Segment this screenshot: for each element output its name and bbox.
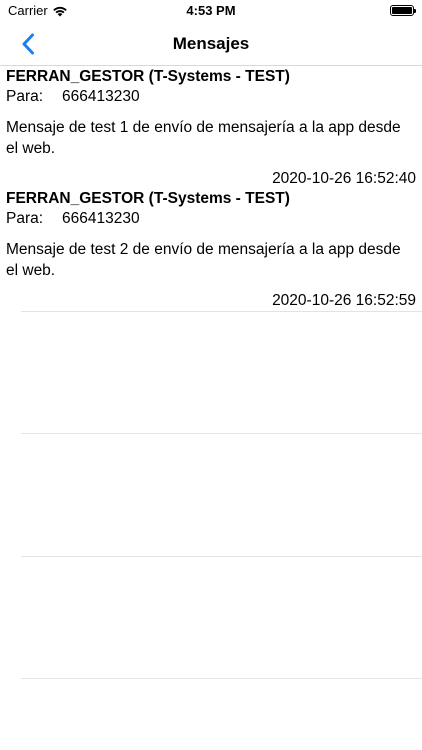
message-sender: FERRAN_GESTOR (T-Systems - TEST)	[6, 190, 290, 207]
row-separator	[21, 556, 422, 557]
row-separator	[21, 678, 422, 679]
battery-icon	[390, 5, 416, 16]
row-separator	[21, 311, 422, 312]
status-time: 4:53 PM	[186, 3, 236, 18]
page-title: Mensajes	[172, 34, 250, 53]
recipient-number: 666413230	[62, 210, 140, 227]
navigation-bar: Mensajes	[0, 22, 422, 66]
message-item[interactable]: FERRAN_GESTOR (T-Systems - TEST) Para: 6…	[0, 190, 422, 312]
message-date: 2020-10-26 16:52:59	[272, 292, 416, 309]
recipient-number: 666413230	[62, 88, 140, 105]
message-body: Mensaje de test 2 de envío de mensajería…	[6, 241, 401, 279]
message-recipient: Para: 666413230	[6, 210, 140, 228]
message-body: Mensaje de test 1 de envío de mensajería…	[6, 119, 401, 157]
message-recipient: Para: 666413230	[6, 88, 140, 106]
recipient-label: Para:	[6, 88, 44, 105]
message-date: 2020-10-26 16:52:40	[272, 170, 416, 187]
row-separator	[21, 433, 422, 434]
message-sender: FERRAN_GESTOR (T-Systems - TEST)	[6, 68, 290, 85]
status-bar: Carrier 4:53 PM	[0, 0, 422, 22]
message-item[interactable]: FERRAN_GESTOR (T-Systems - TEST) Para: 6…	[0, 68, 422, 190]
recipient-label: Para:	[6, 210, 44, 227]
